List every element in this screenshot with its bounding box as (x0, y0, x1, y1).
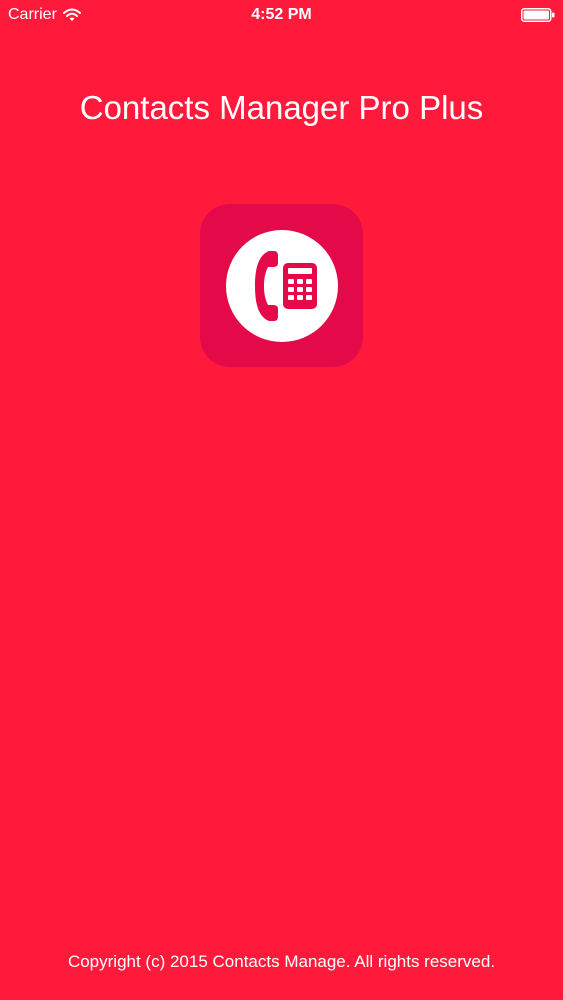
status-bar: Carrier 4:52 PM (0, 0, 563, 30)
battery-icon (521, 8, 555, 22)
telephone-icon (225, 229, 338, 342)
app-title: Contacts Manager Pro Plus (79, 89, 484, 126)
copyright-text: Copyright (c) 2015 Contacts Manage. All … (67, 952, 496, 971)
splash-screen: Carrier 4:52 PM Contacts Manager Pro Plu… (0, 0, 563, 1000)
status-time: 4:52 PM (251, 6, 312, 23)
app-icon (200, 204, 363, 367)
